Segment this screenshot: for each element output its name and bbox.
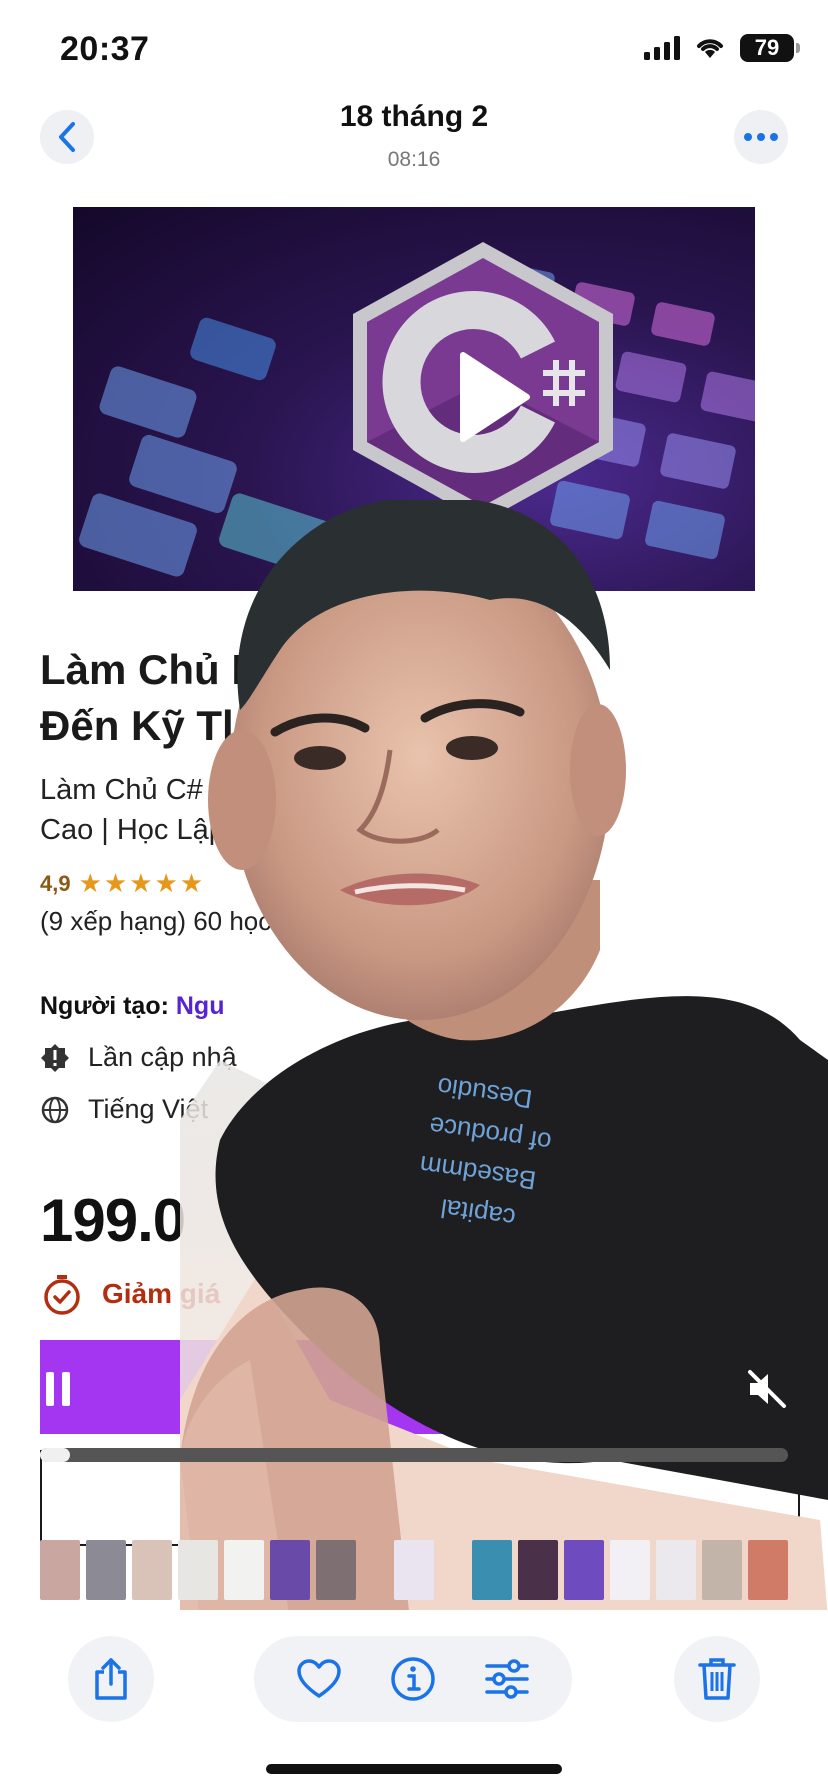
filmstrip-thumbnail[interactable] <box>472 1540 512 1600</box>
filmstrip-thumbnail[interactable] <box>394 1540 434 1600</box>
wifi-icon <box>697 39 723 58</box>
share-button[interactable] <box>68 1636 154 1722</box>
pause-icon <box>46 1372 70 1406</box>
sliders-icon <box>485 1659 529 1699</box>
page-title: 18 tháng 2 <box>339 100 489 133</box>
mute-button[interactable] <box>746 1368 788 1415</box>
battery-level: 79 <box>754 35 780 60</box>
video-progress-fill <box>40 1448 70 1462</box>
ellipsis-icon <box>744 133 778 141</box>
filmstrip-thumbnail[interactable] <box>86 1540 126 1600</box>
favorite-button[interactable] <box>289 1649 349 1709</box>
info-icon <box>391 1657 435 1701</box>
speaker-muted-icon <box>748 1370 786 1408</box>
filmstrip-thumbnail[interactable] <box>748 1540 788 1600</box>
delete-button[interactable] <box>674 1636 760 1722</box>
play-icon[interactable] <box>453 349 533 445</box>
filmstrip-thumbnail[interactable] <box>40 1540 80 1600</box>
course-price: 199.0 <box>40 1187 186 1254</box>
filmstrip-thumbnail[interactable] <box>132 1540 172 1600</box>
photo-filmstrip[interactable] <box>40 1540 788 1602</box>
video-progress-bar[interactable] <box>40 1448 788 1462</box>
trash-icon <box>698 1658 736 1700</box>
status-icons: 79 <box>644 34 800 62</box>
filmstrip-thumbnail[interactable] <box>316 1540 356 1600</box>
battery-indicator: 79 <box>740 34 800 62</box>
filmstrip-thumbnail[interactable] <box>518 1540 558 1600</box>
home-indicator[interactable] <box>266 1764 562 1774</box>
status-bar: 20:37 79 <box>0 0 828 100</box>
timer-icon <box>44 1275 80 1315</box>
pause-button[interactable] <box>44 1370 74 1413</box>
page-subtitle: 08:16 <box>387 148 441 171</box>
info-button[interactable] <box>383 1649 443 1709</box>
filmstrip-thumbnail[interactable] <box>564 1540 604 1600</box>
cellular-signal-icon <box>644 36 680 60</box>
filmstrip-thumbnail[interactable] <box>656 1540 696 1600</box>
filmstrip-thumbnail[interactable] <box>270 1540 310 1600</box>
share-icon <box>95 1658 127 1700</box>
filmstrip-thumbnail[interactable] <box>178 1540 218 1600</box>
status-time: 20:37 <box>60 30 150 68</box>
heart-icon <box>297 1659 341 1698</box>
filmstrip-thumbnail[interactable] <box>610 1540 650 1600</box>
filmstrip-thumbnail[interactable] <box>224 1540 264 1600</box>
filmstrip-spacer <box>440 1540 466 1600</box>
creator-label: Người tạo: <box>40 992 169 1020</box>
filmstrip-spacer <box>362 1540 388 1600</box>
filmstrip-thumbnail[interactable] <box>702 1540 742 1600</box>
adjust-button[interactable] <box>477 1649 537 1709</box>
rating-value: 4,9 <box>40 870 71 896</box>
action-pill <box>254 1636 572 1722</box>
more-button[interactable] <box>734 110 788 164</box>
update-badge-icon <box>41 1043 69 1072</box>
globe-icon <box>41 1096 69 1123</box>
